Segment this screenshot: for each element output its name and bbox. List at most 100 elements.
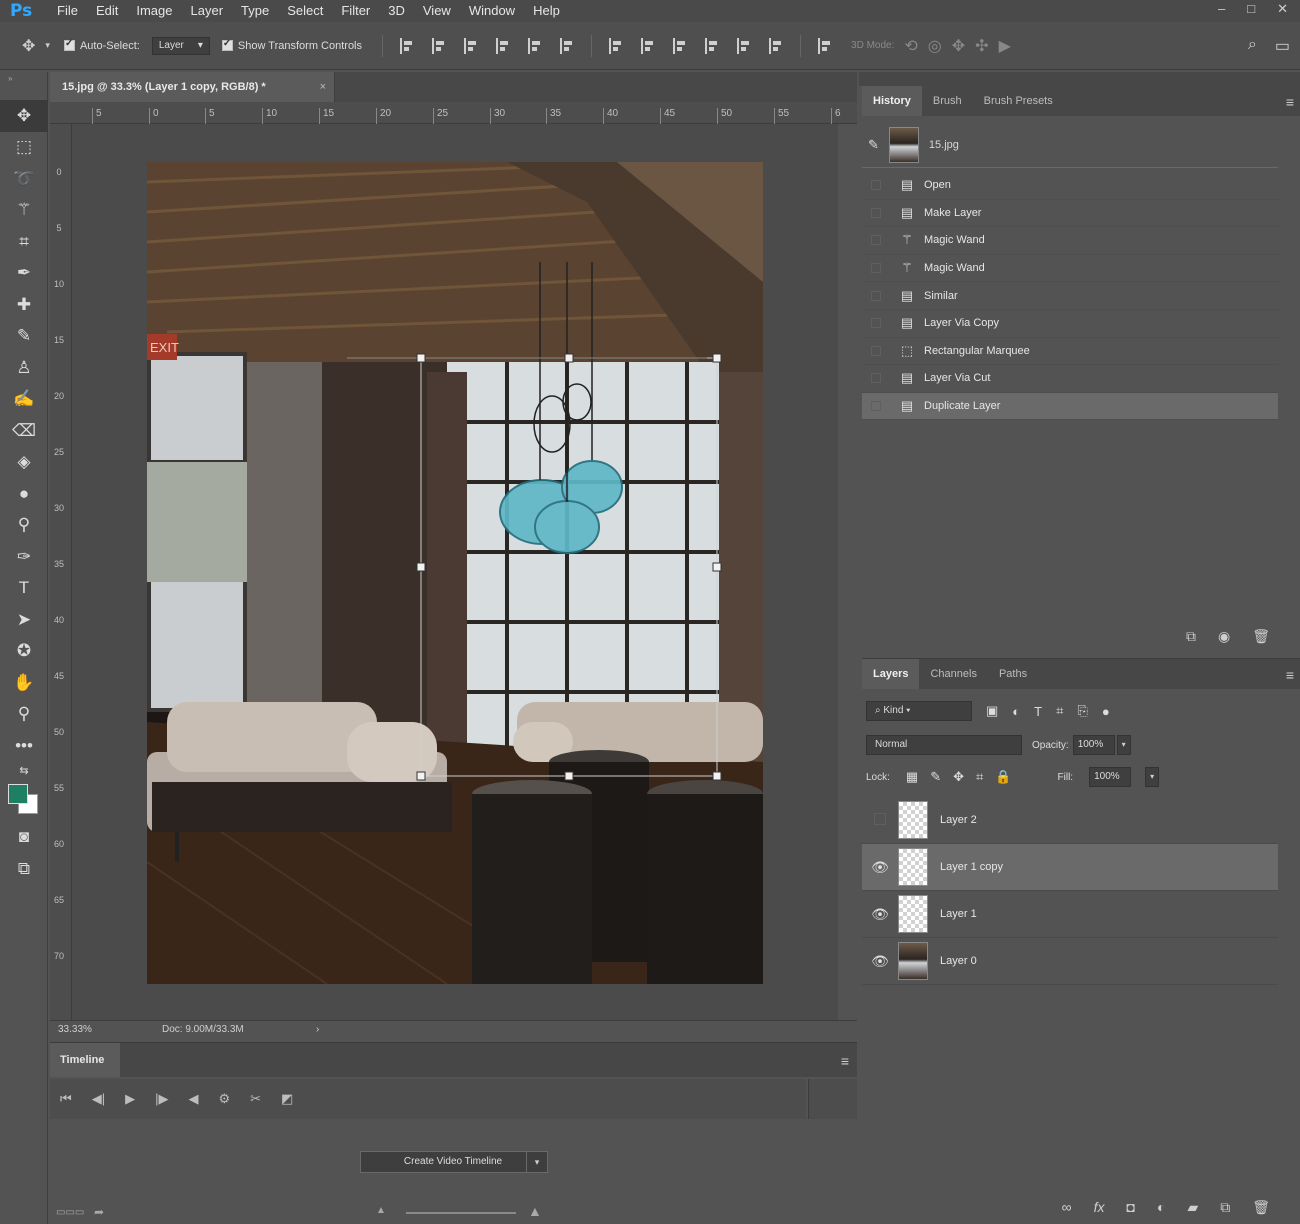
layer-row[interactable]: 👁 Layer 1 (862, 891, 1278, 938)
lock-position-icon[interactable]: ✥ (953, 769, 964, 785)
menu-view[interactable]: View (414, 0, 460, 22)
distribute-top-icon[interactable] (609, 37, 623, 54)
layer-row-selected[interactable]: 👁 Layer 1 copy (862, 844, 1278, 891)
marquee-tool-icon[interactable]: ⬚ (0, 132, 48, 164)
layer-row[interactable]: Layer 2 (862, 797, 1278, 844)
maximize-button[interactable]: □ (1247, 0, 1255, 18)
slide-3d-icon[interactable]: ✣ (975, 36, 988, 56)
align-hcenter-icon[interactable] (528, 37, 542, 54)
eraser-tool-icon[interactable]: ⌫ (0, 415, 48, 447)
pen-tool-icon[interactable]: ✑ (0, 541, 48, 573)
brush-tool-icon[interactable]: ✎ (0, 321, 48, 353)
transform-handle[interactable] (416, 771, 426, 781)
chevron-down-icon[interactable]: ▾ (526, 1151, 548, 1173)
align-right-icon[interactable] (560, 37, 574, 54)
next-frame-icon[interactable]: |▶ (155, 1091, 168, 1107)
lock-pixels-icon[interactable]: ✎ (930, 769, 941, 785)
layer-kind-filter-dropdown[interactable]: ⌕ Kind ▾ (866, 701, 972, 721)
distribute-vcenter-icon[interactable] (641, 37, 655, 54)
align-vcenter-icon[interactable] (432, 37, 446, 54)
minimize-button[interactable]: – (1218, 0, 1225, 18)
quick-mask-icon[interactable]: ◙ (0, 822, 48, 854)
new-document-from-state-icon[interactable]: ⧉ (1186, 628, 1196, 645)
tab-timeline[interactable]: Timeline (50, 1043, 120, 1077)
search-icon[interactable]: ⌕ (1248, 36, 1257, 56)
more-tools-icon[interactable]: ••• (0, 730, 48, 762)
panel-menu-icon[interactable]: ≡ (841, 1053, 849, 1069)
filter-toggle-icon[interactable]: ● (1102, 704, 1110, 719)
layer-row[interactable]: 👁 Layer 0 (862, 938, 1278, 985)
auto-select-target-dropdown[interactable]: Layer ▾ (151, 36, 210, 55)
zoom-in-mountain-icon[interactable]: ▲ (528, 1203, 542, 1219)
camera-snapshot-icon[interactable]: ◉ (1218, 628, 1230, 645)
adjustment-filter-icon[interactable]: ◐ (1012, 704, 1020, 719)
tab-history[interactable]: History (862, 86, 922, 116)
history-brush-source-icon[interactable]: ✎ (868, 137, 879, 153)
dodge-tool-icon[interactable]: ⚲ (0, 510, 48, 542)
distribute-left-icon[interactable] (705, 37, 719, 54)
render-icon[interactable]: ➦ (94, 1205, 104, 1219)
history-item[interactable]: ▤ Layer Via Cut (862, 365, 1278, 393)
history-brush-tool-icon[interactable]: ✍ (0, 384, 48, 416)
previous-frame-icon[interactable]: ◀| (92, 1091, 105, 1107)
chevron-down-icon[interactable]: ▾ (1145, 767, 1160, 787)
smart-object-filter-icon[interactable]: ⎘ (1077, 703, 1087, 719)
blend-mode-dropdown[interactable]: Normal (866, 735, 1022, 755)
path-selection-tool-icon[interactable]: ➤ (0, 604, 48, 636)
timeline-zoom-slider[interactable] (406, 1212, 516, 1214)
show-transform-controls-checkbox[interactable]: Show Transform Controls (221, 38, 362, 52)
play-icon[interactable]: ▶ (125, 1091, 135, 1107)
vertical-ruler[interactable]: 0 5 10 15 20 25 30 35 40 45 50 55 60 65 … (50, 124, 72, 1020)
document-image[interactable]: EXIT (147, 162, 763, 984)
menu-edit[interactable]: Edit (87, 0, 127, 22)
menu-window[interactable]: Window (460, 0, 524, 22)
hand-tool-icon[interactable]: ✋ (0, 667, 48, 699)
transform-handle[interactable] (416, 562, 426, 572)
auto-align-icon[interactable] (818, 37, 832, 54)
lock-all-icon[interactable]: 🔒 (995, 769, 1011, 785)
menu-layer[interactable]: Layer (182, 0, 233, 22)
zoom-out-mountain-icon[interactable]: ▲ (376, 1205, 386, 1216)
align-top-icon[interactable] (400, 37, 414, 54)
history-item[interactable]: ▤ Layer Via Copy (862, 310, 1278, 338)
split-scissors-icon[interactable]: ✂ (250, 1091, 261, 1107)
menu-select[interactable]: Select (278, 0, 332, 22)
align-bottom-icon[interactable] (464, 37, 478, 54)
transition-icon[interactable]: ◩ (281, 1091, 293, 1107)
shape-tool-icon[interactable]: ✪ (0, 636, 48, 668)
lock-artboard-icon[interactable]: ⌗ (976, 769, 983, 785)
menu-file[interactable]: File (48, 0, 87, 22)
distribute-right-icon[interactable] (769, 37, 783, 54)
auto-select-checkbox[interactable]: Auto-Select: (63, 38, 140, 52)
panel-menu-icon[interactable]: ≡ (1286, 667, 1294, 683)
screen-mode-icon[interactable]: ⧉ (0, 853, 48, 885)
roll-3d-icon[interactable]: ◎ (928, 36, 942, 56)
transform-handle[interactable] (416, 353, 426, 363)
orbit-3d-icon[interactable]: ⟲ (904, 36, 917, 56)
add-mask-icon[interactable]: ◘ (1127, 1199, 1135, 1216)
new-layer-icon[interactable]: ⧉ (1220, 1199, 1230, 1216)
link-layers-icon[interactable]: ∞ (1062, 1199, 1072, 1216)
eye-icon[interactable]: 👁 (862, 953, 898, 970)
history-item[interactable]: ▤ Similar (862, 282, 1278, 310)
transform-handle[interactable] (712, 771, 722, 781)
transform-handle[interactable] (564, 353, 574, 363)
chevron-down-icon[interactable]: ▾ (1116, 735, 1131, 755)
opacity-field[interactable]: 100% (1072, 735, 1115, 755)
transform-handle[interactable] (712, 353, 722, 363)
blur-tool-icon[interactable]: ● (0, 478, 48, 510)
eye-icon[interactable]: 👁 (862, 859, 898, 876)
swap-colors-icon[interactable]: ⇆ (0, 762, 48, 780)
chevron-down-icon[interactable]: ▾ (45, 40, 50, 51)
menu-filter[interactable]: Filter (332, 0, 379, 22)
pan-3d-icon[interactable]: ✥ (952, 36, 965, 56)
eyedropper-tool-icon[interactable]: ✒ (0, 258, 48, 290)
adjustment-layer-icon[interactable]: ◐ (1157, 1199, 1165, 1216)
history-item[interactable]: ⚚ Magic Wand (862, 255, 1278, 283)
align-left-icon[interactable] (496, 37, 510, 54)
close-document-icon[interactable]: × (320, 72, 326, 102)
scale-3d-icon[interactable]: ▶ (999, 36, 1011, 56)
crop-tool-icon[interactable]: ⌗ (0, 226, 48, 258)
healing-brush-tool-icon[interactable]: ✚ (0, 289, 48, 321)
paint-bucket-tool-icon[interactable]: ◈ (0, 447, 48, 479)
